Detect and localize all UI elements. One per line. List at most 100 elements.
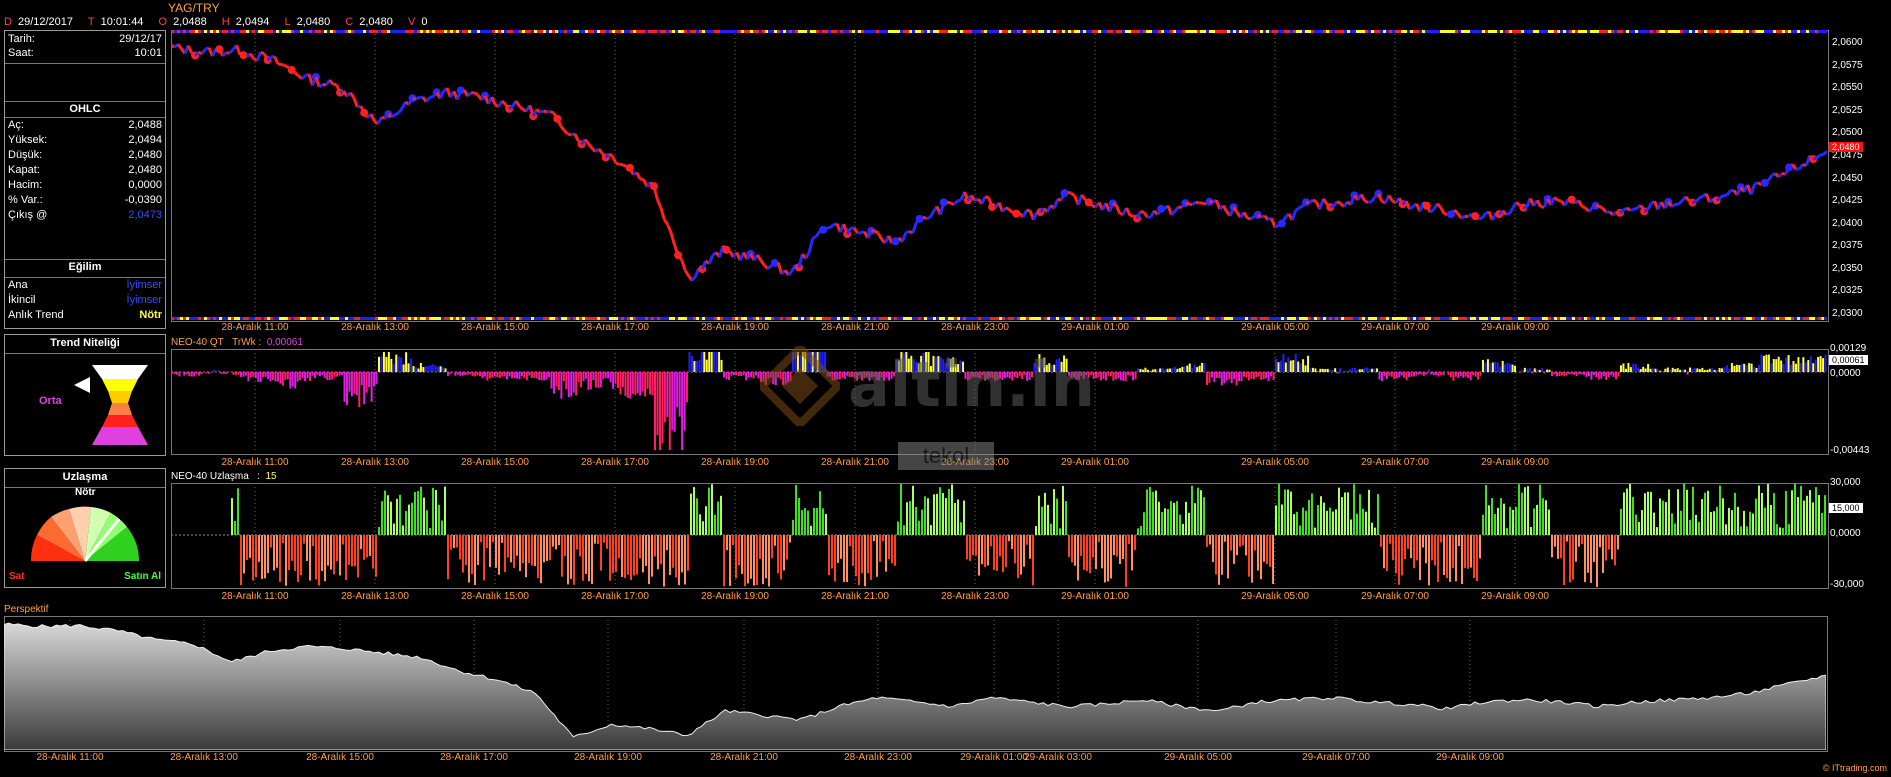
uz-bar [1329,507,1331,535]
qt-bar [1735,364,1738,372]
qt-bar [488,372,491,379]
uz-bar [354,535,356,567]
qt-bar [1686,372,1689,375]
price-segment [635,171,642,180]
price-segment [1173,206,1180,213]
uz-bar [438,504,440,535]
uz-bar [927,498,929,535]
strip-bottom-mark [375,317,378,320]
qt-bar [567,372,570,398]
qt-bar [1169,368,1172,372]
price-segment [1764,179,1770,185]
strip-bottom-mark [1032,317,1035,320]
qt-bar [1331,369,1334,372]
price-y-tick: 2,0350 [1832,262,1863,274]
qt-bar [698,359,701,372]
strip-top-mark [792,30,795,33]
uz-bar [765,535,767,579]
strip-top-mark [1284,30,1287,33]
strip-top-mark [588,30,591,33]
qt-bar [508,372,511,377]
strip-top-mark [1293,30,1296,33]
uz-bar [1308,499,1310,535]
uz-bar [1137,528,1139,535]
strip-bottom-mark [1092,317,1095,320]
uz-bar [1473,535,1475,578]
strip-bottom-mark [1491,317,1494,320]
qt-bar [693,361,696,372]
strip-bottom-mark [285,317,288,320]
qt-bar [629,372,632,399]
strip-top-mark [411,30,414,33]
strip-bottom-mark [1587,317,1590,320]
strip-bottom-mark [1314,317,1317,320]
qt-bar [449,372,452,375]
strip-top-mark [1701,30,1704,33]
qt-bar [1336,372,1339,374]
uz-bar [570,535,572,579]
uz-bar [810,525,812,535]
uz-bar [1263,535,1265,562]
uz-bar [267,535,269,574]
qt-bar [1723,367,1726,372]
strip-bottom-mark [1299,317,1302,320]
qt-bar [171,372,173,374]
uz-bar [408,504,410,535]
x-tick-label: 29-Aralık 05:00 [1241,591,1309,602]
qt-bar [1178,368,1181,372]
price-segment [1342,200,1349,208]
uz-bar [1503,503,1505,535]
strip-bottom-mark [606,317,609,320]
strip-bottom-mark [1425,317,1428,320]
uz-bar [1557,535,1559,559]
strip-bottom-mark [693,317,696,320]
strip-top-mark [1161,30,1164,33]
uz-bar [1623,492,1625,535]
price-segment [874,229,880,235]
uz-bar [1350,519,1352,535]
uz-bar [1515,506,1517,535]
strip-top-mark [1695,30,1698,33]
strip-top-mark [261,30,264,33]
qt-bar [1691,368,1694,372]
strip-bottom-mark [1623,317,1626,320]
qt-bar [272,372,275,381]
uz-bar [1131,535,1133,571]
qt-bar [1698,369,1701,372]
qt-bar [1472,372,1475,376]
uz-bar [258,535,260,562]
strip-bottom-mark [189,317,192,320]
uz-bar [459,535,461,560]
strip-top-mark [258,30,261,33]
strip-bottom-mark [1494,317,1497,320]
strip-bottom-mark [1614,317,1617,320]
strip-top-mark [684,30,687,33]
uz-bar [1578,535,1580,547]
qt-bar [644,372,647,397]
qt-bar [1238,372,1241,382]
strip-bottom-mark [192,317,195,320]
strip-bottom-mark [360,317,363,320]
strip-bottom-mark [1644,317,1647,320]
price-segment [518,105,524,111]
uz-bar [561,535,563,577]
strip-top-mark [708,30,711,33]
strip-bottom-mark [531,317,534,320]
strip-bottom-mark [600,317,603,320]
strip-bottom-mark [1545,317,1548,320]
strip-top-mark [1506,30,1509,33]
uz-bar [960,522,962,535]
uz-bar [1722,498,1724,535]
strip-top-mark [645,30,648,33]
strip-top-mark [1209,30,1212,33]
uz-bar [1113,535,1115,556]
strip-bottom-mark [1452,317,1455,320]
uz-bar [1161,512,1163,535]
strip-top-mark [642,30,645,33]
strip-bottom-mark [384,317,387,320]
strip-bottom-mark [642,317,645,320]
qt-bar [1408,372,1411,377]
price-y-tick: 2,0425 [1832,195,1863,207]
qt-bar [518,372,521,379]
strip-top-mark [825,30,828,33]
